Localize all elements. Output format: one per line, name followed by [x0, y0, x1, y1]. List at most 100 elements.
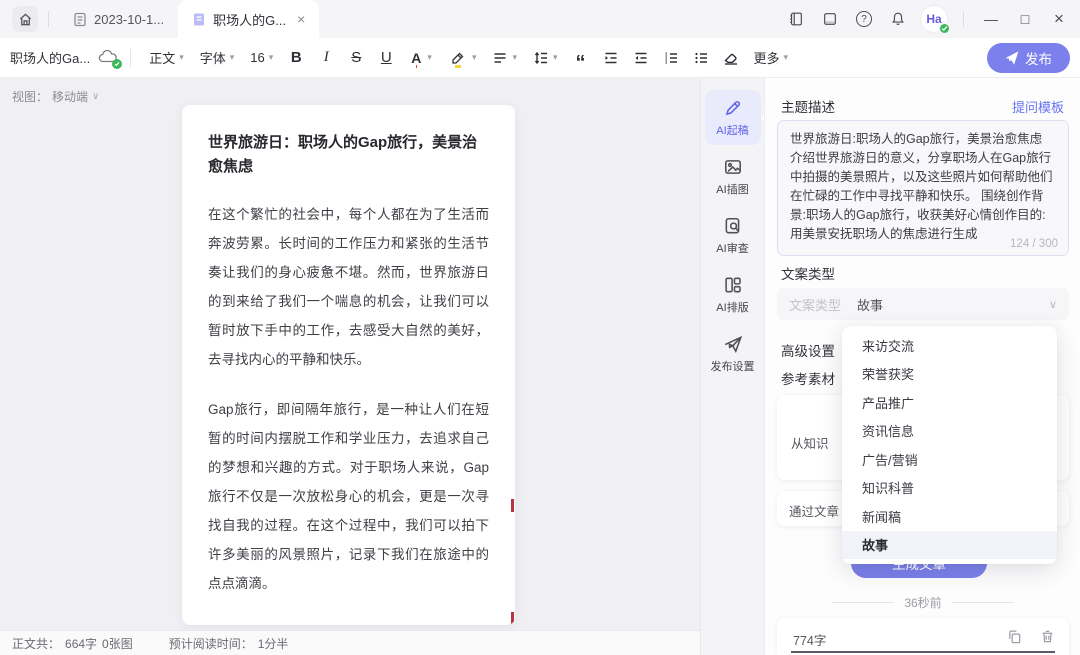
- device-preview-button[interactable]: [813, 4, 847, 34]
- dropdown-option[interactable]: 知识科普: [842, 474, 1057, 503]
- rail-item-ai-layout[interactable]: AI排版: [705, 267, 761, 322]
- copy-type-value: 故事: [857, 295, 883, 314]
- indent-decrease-icon: [633, 50, 649, 66]
- home-button[interactable]: [12, 6, 38, 32]
- editor-toolbar: 职场人的Ga... 正文 ▾ 字体 ▾ 16 ▾ B I S U A ▾ ▾: [0, 38, 1080, 78]
- minimize-button[interactable]: —: [974, 4, 1008, 34]
- tab-close-icon[interactable]: ×: [297, 11, 305, 27]
- topic-text: 世界旅游日:职场人的Gap旅行，美景治愈焦虑 介绍世界旅游日的意义，分享职场人在…: [790, 130, 1056, 244]
- line-height-button[interactable]: ▾: [525, 44, 566, 72]
- paragraph-style-value: 正文: [149, 48, 175, 67]
- read-time-group: 预计阅读时间： 1分半: [169, 635, 289, 652]
- paragraph[interactable]: 在这个繁忙的社会中，每个人都在为了生活而奔波劳累。长时间的工作压力和紧张的生活节…: [208, 200, 489, 374]
- align-left-icon: [492, 50, 508, 66]
- caret-down-icon: ▾: [472, 52, 477, 63]
- copy-type-placeholder: 文案类型: [789, 295, 841, 314]
- question-template-link[interactable]: 提问模板: [1012, 97, 1064, 116]
- document-title[interactable]: 世界旅游日：职场人的Gap旅行，美景治愈焦虑: [208, 131, 489, 179]
- time-ago: 36秒前: [904, 594, 941, 611]
- caret-down-icon: ▾: [784, 52, 789, 63]
- caret-down-icon: ▾: [427, 52, 432, 63]
- rail-item-ai-review[interactable]: AI审查: [705, 208, 761, 263]
- document-body[interactable]: 在这个繁忙的社会中，每个人都在为了生活而奔波劳累。长时间的工作压力和紧张的生活节…: [208, 200, 489, 625]
- dropdown-option-selected[interactable]: 故事: [842, 531, 1057, 560]
- indent-increase-button[interactable]: [596, 44, 626, 72]
- dropdown-option[interactable]: 资讯信息: [842, 417, 1057, 446]
- advanced-settings-label[interactable]: 高级设置: [781, 340, 835, 360]
- copy-icon[interactable]: [1007, 629, 1022, 644]
- journal-icon: [788, 11, 804, 27]
- highlight-bar: [455, 65, 461, 68]
- paragraph[interactable]: 这些照片不仅记录了我们曾经到过的地方，更见证了我们的成长和变化。每一张照片都是一…: [208, 619, 489, 625]
- font-color-button[interactable]: A ▾: [401, 44, 440, 72]
- panel-header: 主题描述 提问模板: [781, 96, 1064, 116]
- pencil-icon: [723, 98, 743, 118]
- editor-canvas: 视图： 移动端 ∨ 世界旅游日：职场人的Gap旅行，美景治愈焦虑 在这个繁忙的社…: [0, 78, 700, 655]
- document-icon: [73, 12, 87, 27]
- strikethrough-button[interactable]: S: [341, 44, 371, 72]
- dropdown-option[interactable]: 荣誉获奖: [842, 360, 1057, 389]
- highlight-button[interactable]: ▾: [440, 44, 485, 72]
- paragraph-style-select[interactable]: 正文 ▾: [141, 44, 192, 72]
- align-button[interactable]: ▾: [484, 44, 525, 72]
- notifications-button[interactable]: [881, 4, 915, 34]
- font-size-select[interactable]: 16 ▾: [242, 44, 281, 72]
- knowledge-import-text: 从知识: [791, 433, 829, 452]
- line-height-icon: [533, 50, 549, 66]
- rail-item-label: 发布设置: [711, 358, 755, 374]
- copy-type-select[interactable]: 文案类型 故事 ∨: [777, 288, 1069, 320]
- underline-button[interactable]: U: [371, 44, 401, 72]
- view-label: 视图：: [12, 88, 48, 105]
- user-avatar[interactable]: Ha: [921, 6, 947, 32]
- caret-down-icon: ▾: [179, 52, 184, 63]
- dropdown-option[interactable]: 广告/营销: [842, 445, 1057, 474]
- rail-item-ai-illustration[interactable]: AI插图: [705, 149, 761, 204]
- rail-item-label: AI审查: [716, 240, 748, 256]
- document-page[interactable]: 世界旅游日：职场人的Gap旅行，美景治愈焦虑 在这个繁忙的社会中，每个人都在为了…: [182, 105, 515, 625]
- divider-line: [952, 602, 1014, 603]
- tab-document-1[interactable]: 2023-10-1...: [59, 0, 178, 38]
- tab-document-2-active[interactable]: 职场人的G... ×: [178, 0, 319, 38]
- more-menu-button[interactable]: 更多 ▾: [746, 44, 797, 72]
- ordered-list-button[interactable]: [656, 44, 686, 72]
- publish-button[interactable]: 发布: [987, 43, 1070, 73]
- chevron-down-icon: ∨: [1049, 298, 1057, 311]
- font-size-value: 16: [250, 50, 264, 65]
- caret-down-icon: ▾: [269, 52, 274, 63]
- read-time-label: 预计阅读时间：: [169, 635, 253, 652]
- feature-rail: AI起稿 AI插图 AI审查 AI排版 发布设置: [700, 78, 764, 655]
- reference-material-label: 参考素材: [781, 368, 835, 388]
- topbar-divider: [48, 11, 49, 27]
- help-button[interactable]: ?: [847, 4, 881, 34]
- maximize-button[interactable]: □: [1008, 4, 1042, 34]
- copy-type-dropdown: 来访交流 荣誉获奖 产品推广 资讯信息 广告/营销 知识科普 新闻稿 故事: [842, 326, 1057, 564]
- quote-icon: “: [576, 58, 586, 68]
- result-underline: [791, 651, 1055, 653]
- word-count-group: 正文共： 664字 0张图: [12, 635, 133, 652]
- close-window-button[interactable]: ×: [1042, 4, 1076, 34]
- blockquote-button[interactable]: “: [566, 44, 596, 72]
- journal-button[interactable]: [779, 4, 813, 34]
- trash-icon[interactable]: [1040, 629, 1055, 644]
- paragraph[interactable]: Gap旅行，即间隔年旅行，是一种让人们在短暂的时间内摆脱工作和学业压力，去追求自…: [208, 395, 489, 598]
- generated-result-card[interactable]: 774字: [777, 618, 1069, 655]
- help-icon: ?: [856, 11, 872, 27]
- window-topbar: 2023-10-1... 职场人的G... × ? Ha: [0, 0, 1080, 38]
- rail-item-publish-settings[interactable]: 发布设置: [705, 326, 761, 381]
- view-mode-select[interactable]: 视图： 移动端 ∨: [12, 88, 99, 105]
- bullet-list-button[interactable]: [686, 44, 716, 72]
- indent-decrease-button[interactable]: [626, 44, 656, 72]
- dropdown-option[interactable]: 来访交流: [842, 331, 1057, 360]
- publish-label: 发布: [1025, 48, 1052, 68]
- indent-increase-icon: [603, 50, 619, 66]
- toolbar-separator: [130, 49, 131, 67]
- clear-format-button[interactable]: [716, 44, 746, 72]
- bold-button[interactable]: B: [281, 44, 311, 72]
- dropdown-option[interactable]: 产品推广: [842, 388, 1057, 417]
- font-family-select[interactable]: 字体 ▾: [192, 44, 243, 72]
- italic-button[interactable]: I: [311, 44, 341, 72]
- rail-item-ai-draft[interactable]: AI起稿: [705, 90, 761, 145]
- topic-textarea[interactable]: 世界旅游日:职场人的Gap旅行，美景治愈焦虑 介绍世界旅游日的意义，分享职场人在…: [777, 120, 1069, 256]
- ordered-list-icon: [663, 50, 679, 66]
- dropdown-option[interactable]: 新闻稿: [842, 502, 1057, 531]
